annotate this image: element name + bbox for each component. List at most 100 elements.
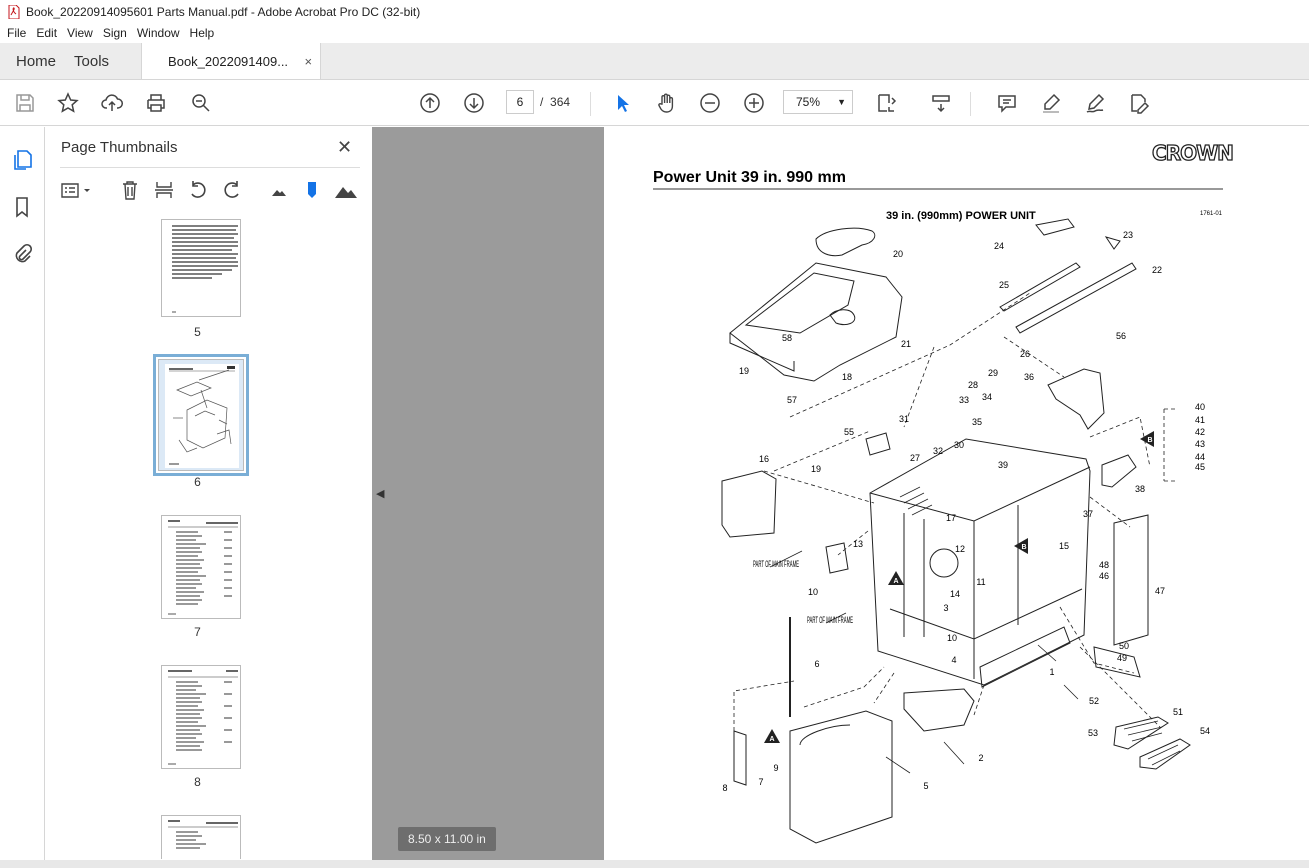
part-label-44: 44 [1195, 452, 1205, 462]
page-title: Power Unit 39 in. 990 mm [653, 169, 846, 186]
thumbnail-page-5[interactable] [161, 219, 241, 317]
part-51-plate [1113, 716, 1169, 750]
part-label-43: 43 [1195, 439, 1205, 449]
star-icon[interactable] [55, 90, 81, 116]
part-13-bracket [825, 542, 849, 574]
zoom-search-icon[interactable] [188, 90, 214, 116]
tab-bar: Home Tools Book_2022091409... × [0, 43, 1309, 80]
thumbnail-page-9-preview [168, 820, 238, 849]
part-label-38: 38 [1135, 484, 1145, 494]
upload-icon[interactable] [99, 90, 125, 116]
part-label-15: 15 [1059, 541, 1069, 551]
page-down-icon[interactable] [461, 90, 487, 116]
delete-page-icon[interactable] [119, 179, 141, 201]
zoom-level-select[interactable]: 75% ▼ [783, 90, 853, 114]
part-label-7: 7 [758, 777, 763, 787]
thumbnail-page-5-preview [172, 223, 238, 313]
close-panel-icon[interactable]: ✕ [337, 137, 352, 158]
document-viewer[interactable]: ◀ 8.50 x 11.00 in CROWN Power Unit 39 in… [372, 127, 1309, 868]
part-18-hole [829, 309, 856, 326]
part-label-58: 58 [782, 333, 792, 343]
thumbnail-options-icon[interactable] [59, 179, 93, 201]
tab-home[interactable]: Home [0, 43, 72, 79]
toolbar-divider [970, 92, 971, 116]
close-tab-icon[interactable]: × [304, 54, 312, 69]
zoom-in-icon[interactable] [741, 90, 767, 116]
page-thumbnails-icon[interactable] [11, 149, 33, 171]
fill-sign-icon[interactable] [1082, 90, 1108, 116]
thumbnail-page-6[interactable] [153, 354, 249, 476]
part-label-10b: 10 [947, 633, 957, 643]
menu-help[interactable]: Help [185, 26, 220, 40]
larger-thumbnails-icon[interactable] [333, 179, 359, 201]
part-label-39: 39 [998, 460, 1008, 470]
highlight-icon[interactable] [1038, 90, 1064, 116]
part-label-51: 51 [1173, 707, 1183, 717]
part-label-2: 2 [978, 753, 983, 763]
pdf-app-icon [8, 4, 20, 19]
part-36-housing [1047, 368, 1105, 430]
zoom-out-icon[interactable] [697, 90, 723, 116]
attachment-icon[interactable] [11, 242, 33, 264]
part-5-curve [799, 724, 851, 746]
thumbnail-list: 5 6 7 8 [45, 219, 350, 859]
page-size-indicator: 8.50 x 11.00 in [398, 827, 496, 851]
part-label-55: 55 [844, 427, 854, 437]
part-label-23: 23 [1123, 230, 1133, 240]
part-label-24: 24 [994, 241, 1004, 251]
page-up-icon[interactable] [417, 90, 443, 116]
part-label-10a: 10 [808, 587, 818, 597]
part-label-6: 6 [814, 659, 819, 669]
part-55-grille [865, 432, 891, 456]
toolbar-divider [590, 92, 591, 116]
rotate-counterclockwise-icon[interactable] [187, 179, 209, 201]
menu-view[interactable]: View [62, 26, 98, 40]
part-22-rail [1015, 262, 1137, 334]
thumbnail-page-7[interactable] [161, 515, 241, 619]
status-strip [0, 860, 1309, 868]
part-label-17: 17 [946, 513, 956, 523]
part-label-31: 31 [899, 414, 909, 424]
title-rule [653, 188, 1223, 190]
edit-pdf-icon[interactable] [1126, 90, 1152, 116]
part-label-42: 42 [1195, 427, 1205, 437]
menu-edit[interactable]: Edit [31, 26, 62, 40]
part-label-3: 3 [943, 603, 948, 613]
bookmark-icon[interactable] [11, 196, 33, 218]
print-icon[interactable] [143, 90, 169, 116]
main-frame-top-edge [869, 466, 1091, 522]
menu-window[interactable]: Window [132, 26, 185, 40]
pdf-page: CROWN Power Unit 39 in. 990 mm 39 in. (9… [604, 127, 1309, 860]
main-frame-body [869, 438, 1091, 686]
scroll-mode-icon[interactable] [928, 90, 954, 116]
reference-mark-b-1: B [1147, 437, 1152, 444]
main-toolbar: 6 / 364 75% ▼ [0, 80, 1309, 126]
thumbnail-label-6: 6 [194, 475, 201, 489]
thumbnail-page-8[interactable] [161, 665, 241, 769]
collapse-panel-icon[interactable]: ◀ [376, 487, 384, 500]
part-label-13: 13 [853, 539, 863, 549]
fit-page-icon[interactable] [873, 90, 899, 116]
thumbnail-label-5: 5 [194, 325, 201, 339]
split-page-icon[interactable] [153, 179, 175, 201]
page-number-input[interactable]: 6 [506, 90, 534, 114]
thumbnail-page-9[interactable] [161, 815, 241, 859]
hand-icon[interactable] [653, 90, 679, 116]
figure-code: 1761-01 [1200, 211, 1223, 217]
select-pointer-icon[interactable] [609, 90, 635, 116]
thumbnail-size-slider-icon[interactable] [301, 179, 323, 201]
tab-tools[interactable]: Tools [72, 43, 125, 79]
tab-document[interactable]: Book_2022091409... × [141, 43, 322, 79]
part-label-40: 40 [1195, 402, 1205, 412]
save-icon[interactable] [12, 90, 38, 116]
rotate-clockwise-icon[interactable] [221, 179, 243, 201]
part-24-bracket [1035, 218, 1075, 236]
thumbnail-page-8-preview [168, 670, 238, 765]
smaller-thumbnails-icon[interactable] [268, 179, 290, 201]
reference-mark-b-2: B [1021, 544, 1026, 551]
menu-file[interactable]: File [2, 26, 31, 40]
comment-icon[interactable] [994, 90, 1020, 116]
part-label-49: 49 [1117, 653, 1127, 663]
chevron-down-icon: ▼ [837, 97, 846, 107]
menu-sign[interactable]: Sign [98, 26, 132, 40]
